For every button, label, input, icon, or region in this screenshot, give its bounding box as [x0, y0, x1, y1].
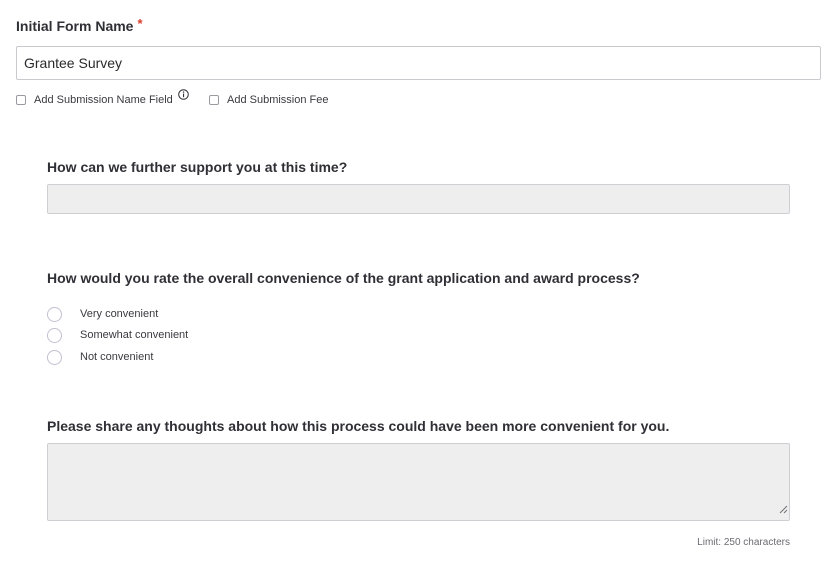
radio-label: Somewhat convenient: [80, 329, 189, 341]
form-builder-page: Initial Form Name* Add Submission Name F…: [0, 0, 833, 575]
required-marker: *: [137, 16, 143, 31]
form-name-label-text: Initial Form Name: [16, 18, 134, 34]
resize-handle-icon[interactable]: [779, 501, 788, 519]
radio-option-very-convenient[interactable]: Very convenient: [47, 306, 158, 322]
character-limit-text: Limit: 250 characters: [697, 537, 790, 548]
submission-name-field-checkbox[interactable]: [16, 95, 26, 105]
radio-button[interactable]: [47, 327, 62, 343]
question-2-text: How would you rate the overall convenien…: [47, 270, 640, 286]
submission-fee-label: Add Submission Fee: [227, 94, 329, 106]
radio-label: Very convenient: [80, 308, 159, 320]
info-icon[interactable]: [177, 89, 189, 103]
submission-fee-checkbox[interactable]: [209, 95, 219, 105]
radio-label: Not convenient: [80, 351, 154, 363]
question-3-answer-textarea[interactable]: [47, 443, 790, 521]
question-1-answer-field[interactable]: [47, 184, 790, 214]
submission-fee-option[interactable]: Add Submission Fee: [209, 92, 329, 108]
radio-option-not-convenient[interactable]: Not convenient: [47, 349, 153, 365]
question-1-text: How can we further support you at this t…: [47, 159, 348, 175]
form-name-label: Initial Form Name *: [16, 16, 143, 34]
form-name-input[interactable]: [16, 46, 821, 80]
radio-button[interactable]: [47, 349, 62, 365]
radio-button[interactable]: [47, 306, 62, 322]
question-3-text: Please share any thoughts about how this…: [47, 418, 670, 434]
submission-name-field-option[interactable]: Add Submission Name Field: [16, 89, 189, 108]
radio-option-somewhat-convenient[interactable]: Somewhat convenient: [47, 327, 188, 343]
submission-name-field-label: Add Submission Name Field: [34, 94, 173, 106]
